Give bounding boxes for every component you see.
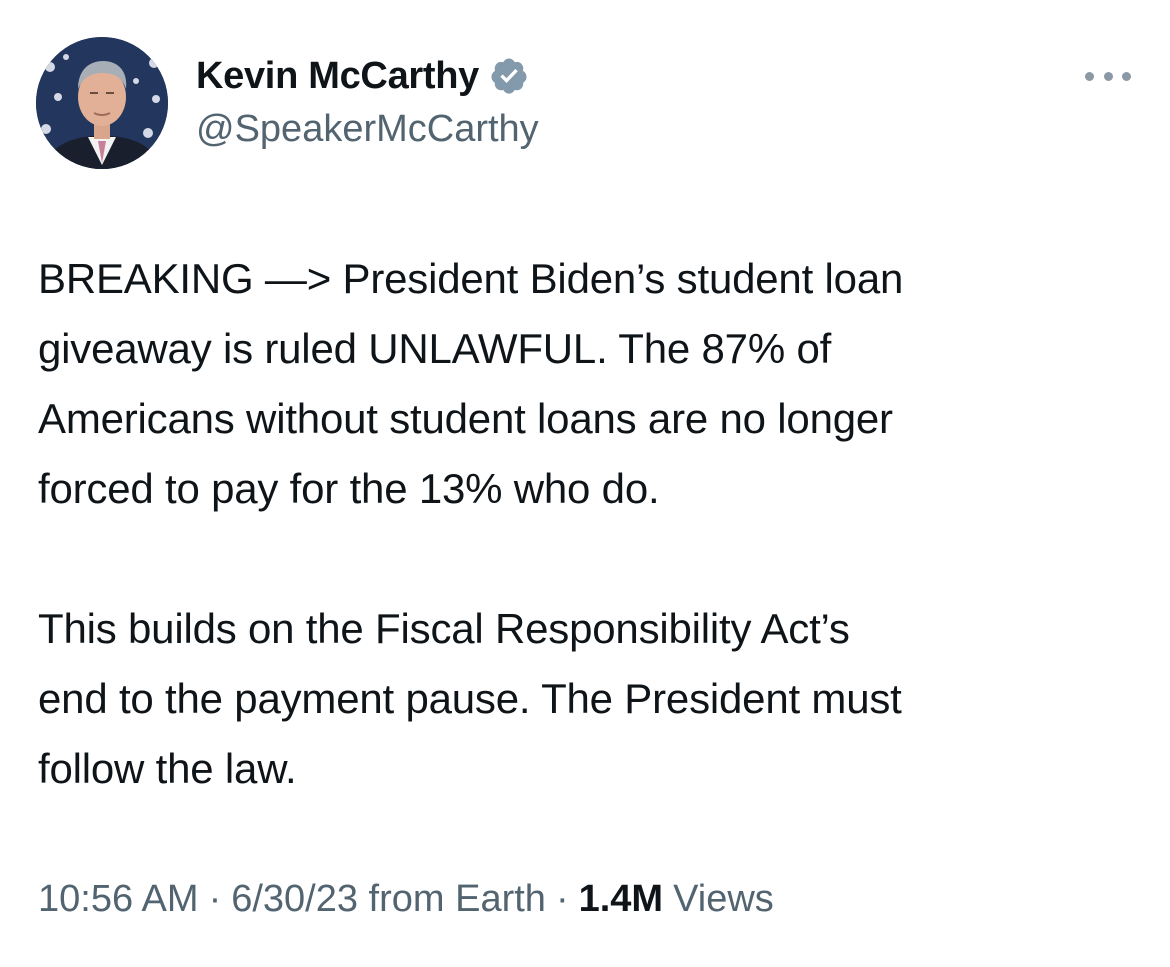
avatar[interactable] — [36, 37, 168, 169]
meta-separator: · — [555, 878, 569, 920]
more-dot — [1085, 71, 1094, 81]
more-dot — [1122, 71, 1131, 81]
avatar-photo — [36, 37, 168, 169]
display-name[interactable]: Kevin McCarthy — [196, 55, 479, 98]
tweet-text: BREAKING —> President Biden’s student lo… — [38, 244, 1138, 804]
handle[interactable]: @SpeakerMcCarthy — [196, 108, 539, 151]
more-options-icon[interactable] — [1085, 66, 1131, 86]
views-label: Views — [673, 878, 774, 920]
meta-separator: · — [208, 878, 222, 920]
more-dot — [1103, 71, 1113, 81]
tweet-line: end to the payment pause. The President … — [38, 675, 902, 722]
name-row: Kevin McCarthy — [196, 50, 529, 102]
verified-badge-icon — [489, 56, 529, 96]
views-count[interactable]: 1.4M — [579, 878, 663, 921]
tweet-meta: 10:56 AM · 6/30/23 from Earth · 1.4M Vie… — [38, 878, 774, 921]
tweet-time[interactable]: 10:56 AM — [38, 878, 199, 921]
tweet-line: giveaway is ruled UNLAWFUL. The 87% of — [38, 325, 832, 372]
tweet-line: forced to pay for the 13% who do. — [38, 465, 660, 512]
tweet-line: Americans without student loans are no l… — [38, 395, 893, 442]
tweet-line: This builds on the Fiscal Responsibility… — [38, 605, 850, 652]
tweet-card: Kevin McCarthy @SpeakerMcCarthy BREAKING… — [0, 0, 1170, 967]
tweet-date-source[interactable]: 6/30/23 from Earth — [231, 878, 546, 921]
tweet-line: follow the law. — [38, 745, 297, 792]
tweet-line: BREAKING —> President Biden’s student lo… — [38, 255, 904, 302]
